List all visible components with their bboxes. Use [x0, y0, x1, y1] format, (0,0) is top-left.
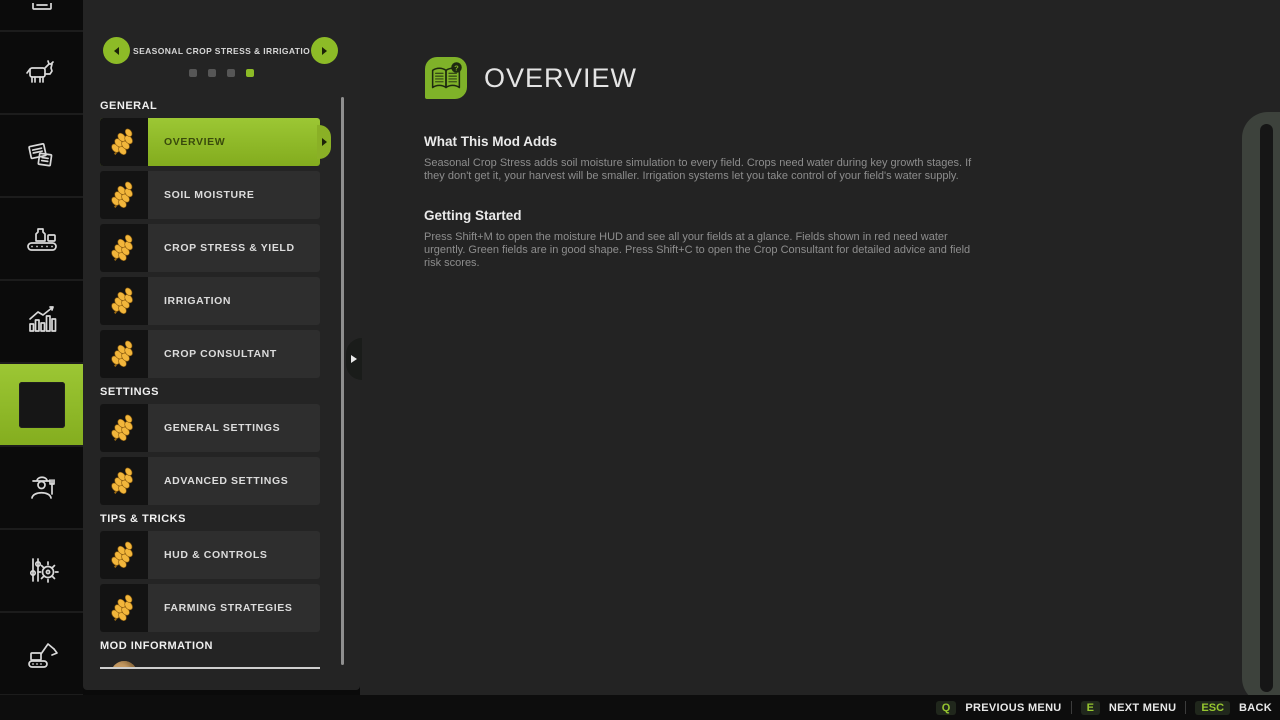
- section-heading: What This Mod Adds: [424, 134, 984, 149]
- nav-item-label: OVERVIEW: [164, 136, 225, 148]
- nav-item-crop-stress-yield[interactable]: CROP STRESS & YIELD: [100, 224, 320, 272]
- shortcut-label: PREVIOUS MENU: [965, 702, 1061, 714]
- wheat-icon: [100, 277, 148, 325]
- nav-list: GENERAL OVERVIEW SOIL MOISTURE CROP STRE…: [100, 100, 322, 669]
- nav-item-soil-moisture[interactable]: SOIL MOISTURE: [100, 171, 320, 219]
- section-heading: Getting Started: [424, 208, 984, 223]
- page-header: ? OVERVIEW: [425, 57, 637, 99]
- section-body: Press Shift+M to open the moisture HUD a…: [424, 231, 984, 270]
- nav-item-label: CROP CONSULTANT: [164, 348, 277, 360]
- sidebar-item-construction[interactable]: [0, 613, 83, 694]
- shortcut-bar: Q PREVIOUS MENU E NEXT MENU ESC BACK: [0, 695, 1280, 720]
- wheat-icon: [100, 584, 148, 632]
- wheat-icon: [100, 531, 148, 579]
- shortcut-previous-menu[interactable]: Q PREVIOUS MENU: [936, 701, 1062, 715]
- loaf-icon-partial: [111, 661, 137, 669]
- sidebar-item-statistics[interactable]: [0, 281, 83, 362]
- shortcut-next-menu[interactable]: E NEXT MENU: [1081, 701, 1177, 715]
- section-body: Seasonal Crop Stress adds soil moisture …: [424, 157, 984, 183]
- sidebar-item-contracts[interactable]: [0, 115, 83, 196]
- selected-item-marker: [317, 125, 331, 159]
- content-section: Getting Started Press Shift+M to open th…: [424, 208, 984, 270]
- mod-title: SEASONAL CROP STRESS & IRRIGATION MA...: [133, 46, 310, 56]
- wheat-icon: [100, 457, 148, 505]
- farmer-icon: [20, 466, 64, 510]
- page-dot[interactable]: [227, 69, 235, 77]
- sidebar-item-production[interactable]: [0, 198, 83, 279]
- game-sidebar: [0, 0, 83, 695]
- nav-item-label: IRRIGATION: [164, 295, 231, 307]
- card-partial-icon: [20, 3, 64, 27]
- page-title: OVERVIEW: [484, 63, 637, 94]
- wheat-icon: [100, 224, 148, 272]
- divider: [1185, 701, 1186, 714]
- nav-item-farming-strategies[interactable]: FARMING STRATEGIES: [100, 584, 320, 632]
- excavator-icon: [20, 632, 64, 676]
- nav-item-label: HUD & CONTROLS: [164, 549, 267, 561]
- sidebar-item-animals[interactable]: [0, 32, 83, 113]
- arrow-right-icon: [322, 47, 327, 55]
- help-content-panel: ? OVERVIEW What This Mod Adds Seasonal C…: [360, 0, 1280, 695]
- production-icon: [20, 217, 64, 261]
- next-page-button[interactable]: [311, 37, 338, 64]
- section-label-tips-tricks: TIPS & TRICKS: [100, 513, 322, 525]
- arrow-left-icon: [114, 47, 119, 55]
- nav-item-crop-consultant[interactable]: CROP CONSULTANT: [100, 330, 320, 378]
- page-dot-active[interactable]: [246, 69, 254, 77]
- divider: [1071, 701, 1072, 714]
- nav-item-partial[interactable]: [100, 658, 320, 669]
- wheat-icon: [100, 118, 148, 166]
- content-scrollbar[interactable]: [1260, 124, 1273, 692]
- nav-item-label: ADVANCED SETTINGS: [164, 475, 288, 487]
- arrow-right-icon: [351, 355, 357, 363]
- nav-item-irrigation[interactable]: IRRIGATION: [100, 277, 320, 325]
- nav-item-label: CROP STRESS & YIELD: [164, 242, 295, 254]
- panel-collapse-tab[interactable]: [346, 338, 362, 380]
- svg-text:?: ?: [454, 64, 459, 73]
- sidebar-item-character[interactable]: [0, 447, 83, 528]
- mod-nav-panel: SEASONAL CROP STRESS & IRRIGATION MA... …: [83, 0, 360, 690]
- sliders-gear-icon: [20, 549, 64, 593]
- section-label-general: GENERAL: [100, 100, 322, 112]
- nav-item-label: FARMING STRATEGIES: [164, 602, 292, 614]
- documents-icon: [20, 134, 64, 178]
- section-label-mod-information: MOD INFORMATION: [100, 640, 322, 652]
- wheat-icon: [100, 171, 148, 219]
- nav-item-overview[interactable]: OVERVIEW: [100, 118, 320, 166]
- shortcut-label: BACK: [1239, 702, 1272, 714]
- wheat-icon: [100, 404, 148, 452]
- bar-chart-icon: [20, 300, 64, 344]
- sidebar-item-mod-help[interactable]: [0, 364, 83, 445]
- page-dot[interactable]: [208, 69, 216, 77]
- key-esc: ESC: [1195, 701, 1230, 715]
- page-dot[interactable]: [189, 69, 197, 77]
- sidebar-item-card[interactable]: [0, 0, 83, 30]
- section-label-settings: SETTINGS: [100, 386, 322, 398]
- help-book-icon: ?: [425, 57, 467, 99]
- shortcut-label: NEXT MENU: [1109, 702, 1176, 714]
- prev-page-button[interactable]: [103, 37, 130, 64]
- key-e: E: [1081, 701, 1100, 715]
- nav-scrollbar[interactable]: [341, 97, 344, 665]
- nav-item-label: SOIL MOISTURE: [164, 189, 254, 201]
- nav-item-general-settings[interactable]: GENERAL SETTINGS: [100, 404, 320, 452]
- page-dots: [83, 69, 360, 77]
- key-q: Q: [936, 701, 957, 715]
- nav-item-label: GENERAL SETTINGS: [164, 422, 280, 434]
- wheat-icon: [100, 330, 148, 378]
- content-section: What This Mod Adds Seasonal Crop Stress …: [424, 134, 984, 183]
- shortcut-back[interactable]: ESC BACK: [1195, 701, 1272, 715]
- nav-item-advanced-settings[interactable]: ADVANCED SETTINGS: [100, 457, 320, 505]
- cow-icon: [20, 51, 64, 95]
- sidebar-item-game-settings[interactable]: [0, 530, 83, 611]
- nav-item-hud-controls[interactable]: HUD & CONTROLS: [100, 531, 320, 579]
- content-scrollbar-track: [1242, 112, 1280, 704]
- mod-thumbnail: [19, 382, 65, 428]
